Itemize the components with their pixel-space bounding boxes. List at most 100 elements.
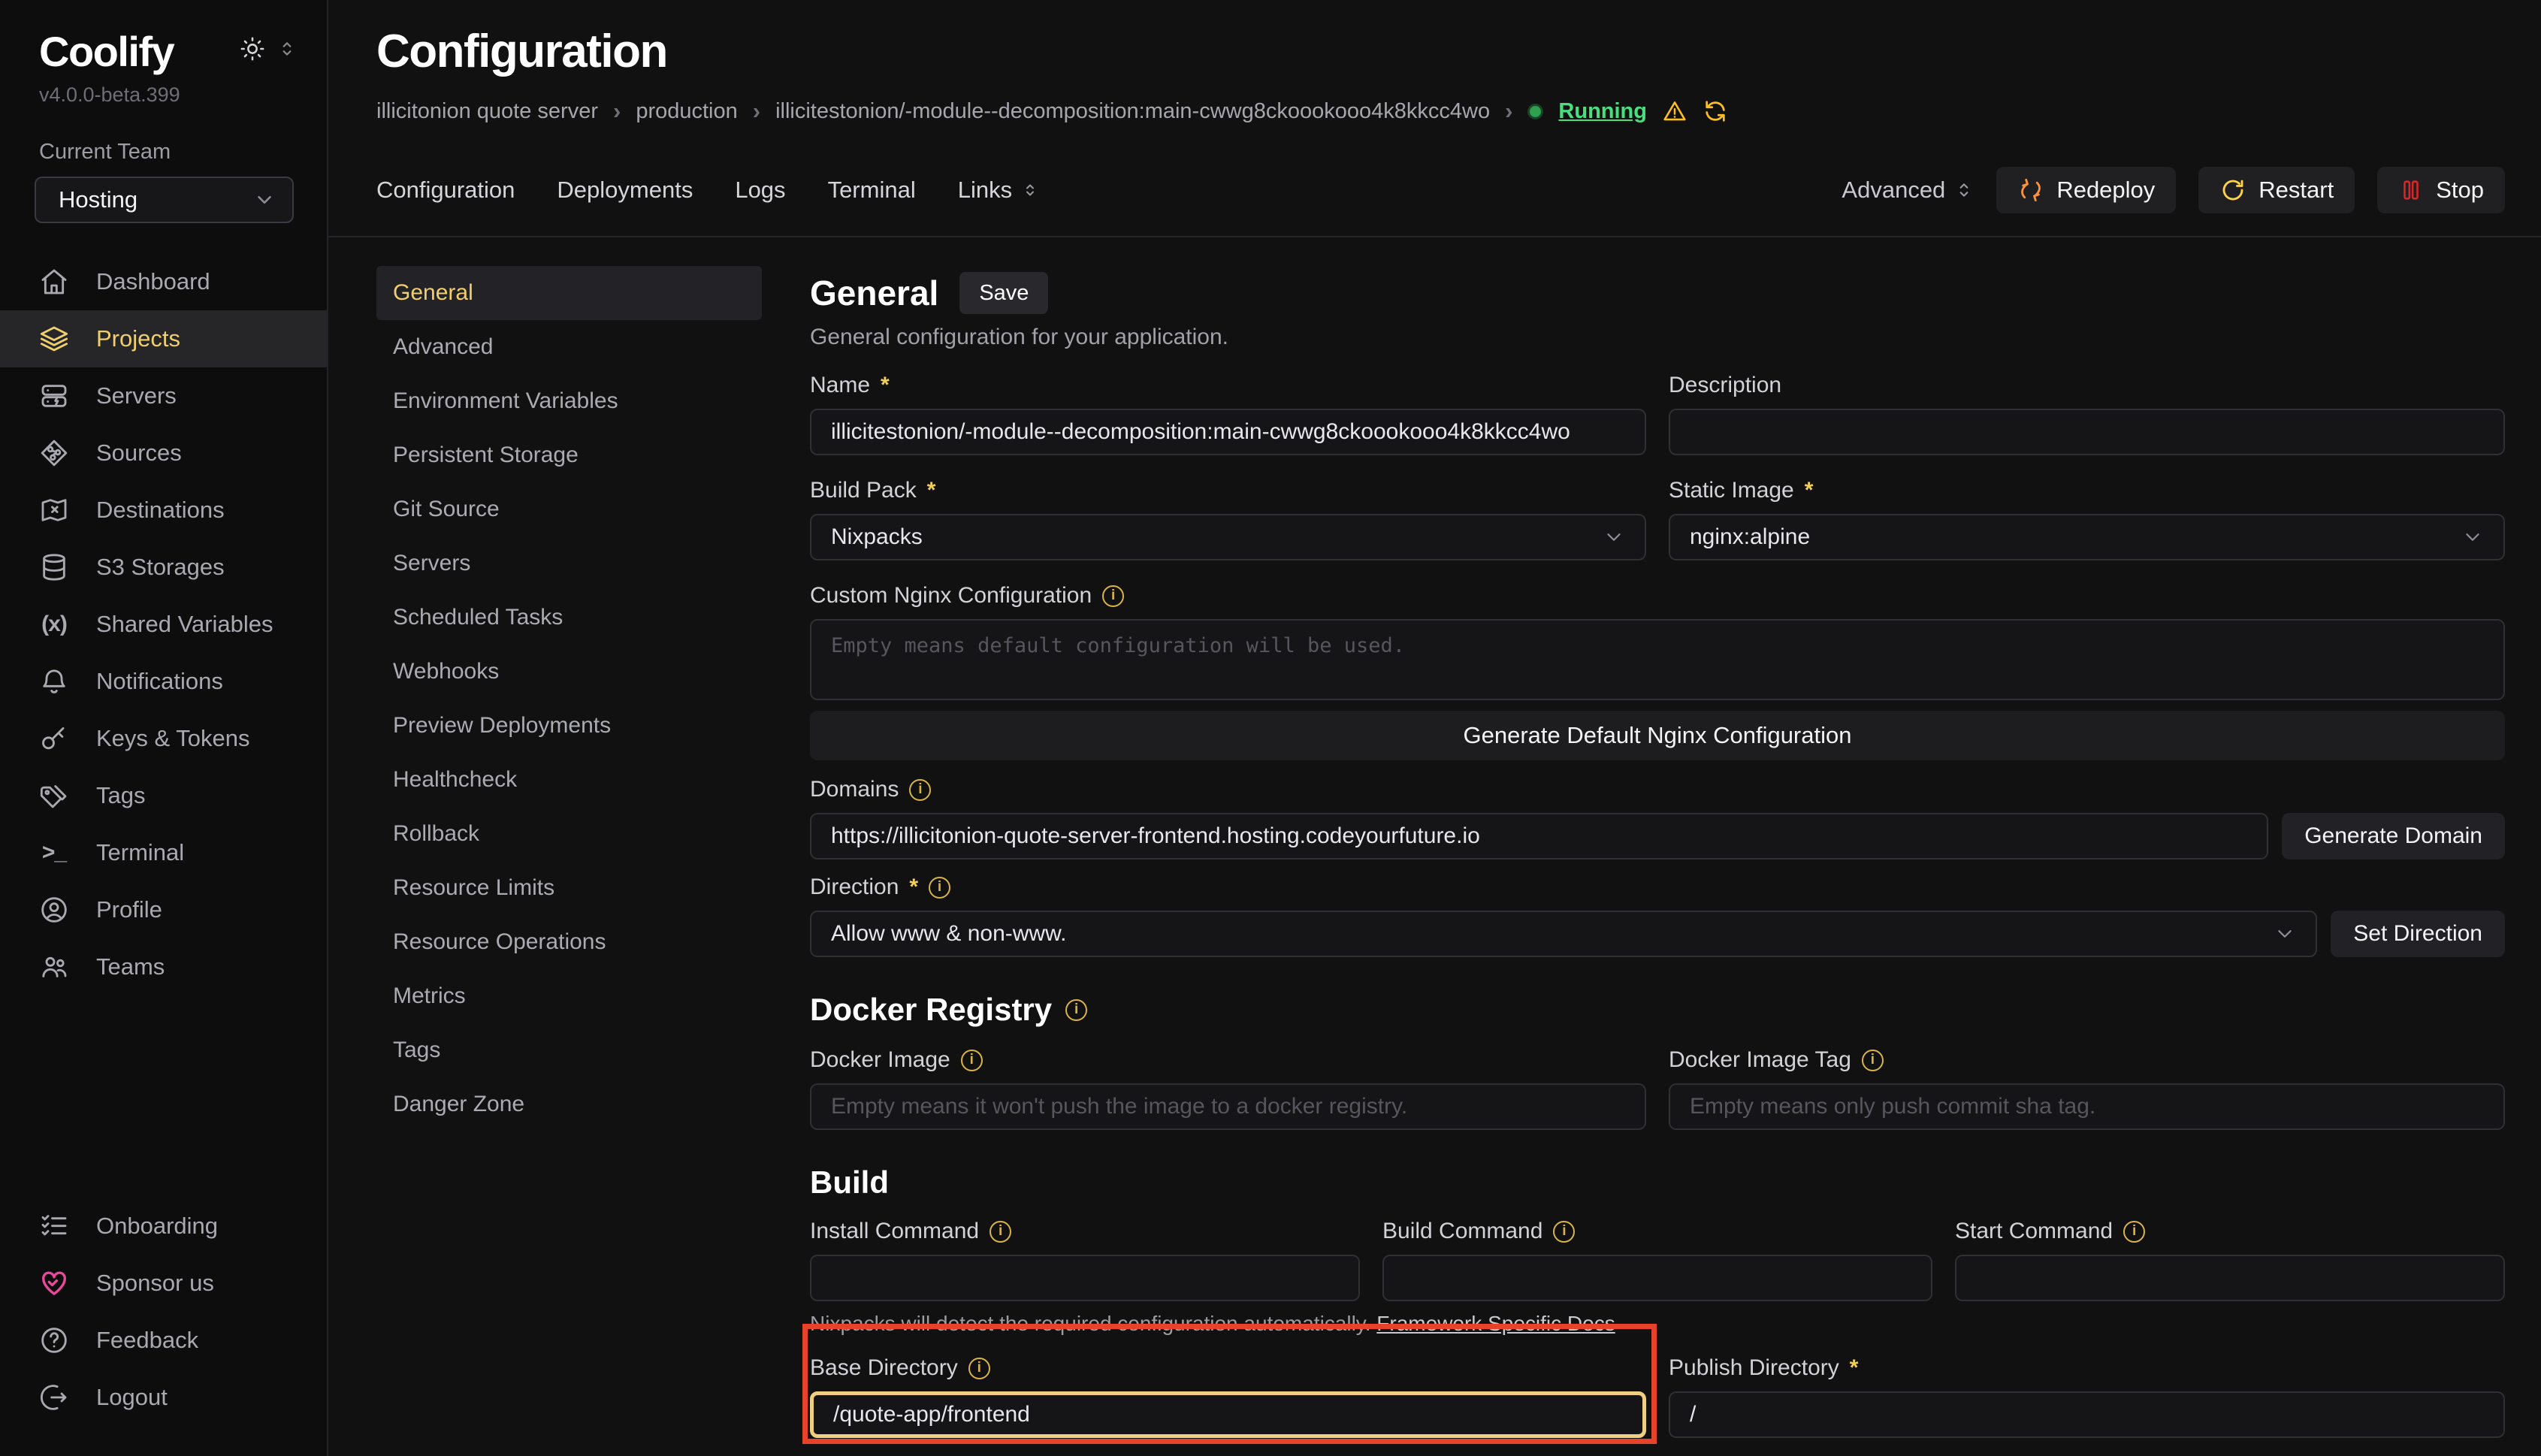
subnav-item-danger-zone[interactable]: Danger Zone (376, 1077, 762, 1131)
main: Configuration illicitonion quote server … (328, 0, 2541, 1456)
subnav-item-tags[interactable]: Tags (376, 1023, 762, 1077)
checklist-icon (38, 1210, 71, 1243)
sidebar-item-projects[interactable]: Projects (0, 310, 327, 367)
build-commands-row: Install Command Build Command (810, 1201, 2505, 1301)
restart-button[interactable]: Restart (2198, 167, 2355, 213)
subnav-item-servers[interactable]: Servers (376, 536, 762, 591)
tab-links[interactable]: Links (958, 177, 1039, 204)
subnav-item-advanced[interactable]: Advanced (376, 320, 762, 374)
warning-triangle-icon[interactable] (1662, 98, 1687, 124)
nginx-config-textarea[interactable] (810, 619, 2505, 700)
name-input[interactable] (810, 409, 1646, 455)
sidebar-item-profile[interactable]: Profile (0, 881, 327, 938)
sun-icon[interactable] (240, 36, 265, 62)
subnav-item-rollback[interactable]: Rollback (376, 807, 762, 861)
subnav-item-healthcheck[interactable]: Healthcheck (376, 753, 762, 807)
docker-image-tag-input[interactable] (1669, 1083, 2505, 1130)
generate-nginx-button[interactable]: Generate Default Nginx Configuration (810, 711, 2505, 760)
direction-row: Allow www & non-www. Set Direction (810, 911, 2505, 957)
sidebar-item-label: Terminal (96, 839, 184, 866)
set-direction-button[interactable]: Set Direction (2331, 911, 2505, 957)
team-select[interactable]: Hosting (35, 177, 294, 223)
sidebar-item-sources[interactable]: Sources (0, 424, 327, 482)
refresh-icon[interactable] (1703, 98, 1728, 124)
sidebar-item-notifications[interactable]: Notifications (0, 653, 327, 710)
subnav-item-git-source[interactable]: Git Source (376, 482, 762, 536)
tabs: Configuration Deployments Logs Terminal … (376, 177, 1039, 204)
sidebar-item-sponsor-us[interactable]: Sponsor us (0, 1255, 327, 1312)
subnav-item-resource-limits[interactable]: Resource Limits (376, 861, 762, 915)
description-input[interactable] (1669, 409, 2505, 455)
info-icon (968, 1358, 990, 1379)
status-running-link[interactable]: Running (1558, 99, 1647, 124)
direction-label: Direction * (810, 875, 2505, 900)
sidebar-item-logout[interactable]: Logout (0, 1369, 327, 1426)
breadcrumb-environment[interactable]: production (636, 99, 737, 124)
subnav-item-resource-operations[interactable]: Resource Operations (376, 915, 762, 969)
direction-select[interactable]: Allow www & non-www. (810, 911, 2317, 957)
install-command-field: Install Command (810, 1201, 1360, 1301)
sidebar-item-shared-variables[interactable]: (x) Shared Variables (0, 596, 327, 653)
publish-directory-input[interactable] (1669, 1391, 2505, 1438)
tab-deployments[interactable]: Deployments (557, 177, 693, 204)
build-heading: Build (810, 1164, 2505, 1201)
stop-button[interactable]: Stop (2377, 167, 2505, 213)
name-description-row: Name * Description (810, 350, 2505, 455)
subnav-item-preview-deployments[interactable]: Preview Deployments (376, 699, 762, 753)
current-team-label: Current Team (0, 140, 327, 165)
subnav-item-webhooks[interactable]: Webhooks (376, 645, 762, 699)
heart-icon (38, 1267, 71, 1300)
sidebar-item-s3-storages[interactable]: S3 Storages (0, 539, 327, 596)
sidebar-item-dashboard[interactable]: Dashboard (0, 253, 327, 310)
sidebar-item-label: Sponsor us (96, 1270, 214, 1297)
general-subtitle: General configuration for your applicati… (810, 325, 2505, 350)
chevron-down-icon (253, 189, 276, 211)
build-pack-select[interactable]: Nixpacks (810, 514, 1646, 560)
sidebar-item-servers[interactable]: Servers (0, 367, 327, 424)
start-command-input[interactable] (1955, 1255, 2505, 1301)
required-marker: * (1805, 478, 1814, 503)
breadcrumb-project[interactable]: illicitonion quote server (376, 99, 598, 124)
tab-label: Terminal (828, 177, 916, 204)
label-text: Description (1669, 373, 1781, 398)
subnav-item-metrics[interactable]: Metrics (376, 969, 762, 1023)
sidebar-item-keys-tokens[interactable]: Keys & Tokens (0, 710, 327, 767)
resource-actions: Advanced Redeploy Restart Stop (1842, 167, 2505, 213)
sidebar-item-feedback[interactable]: Feedback (0, 1312, 327, 1369)
label-text: Install Command (810, 1219, 979, 1244)
domains-label: Domains (810, 777, 2505, 802)
content: General Advanced Environment Variables P… (328, 237, 2541, 1456)
terminal-icon: >_ (38, 836, 71, 869)
sidebar-item-onboarding[interactable]: Onboarding (0, 1198, 327, 1255)
subnav-item-scheduled-tasks[interactable]: Scheduled Tasks (376, 591, 762, 645)
docker-image-input[interactable] (810, 1083, 1646, 1130)
redeploy-button[interactable]: Redeploy (1996, 167, 2176, 213)
save-button[interactable]: Save (959, 272, 1048, 314)
sidebar-item-destinations[interactable]: Destinations (0, 482, 327, 539)
install-command-input[interactable] (810, 1255, 1360, 1301)
static-image-select[interactable]: nginx:alpine (1669, 514, 2505, 560)
sidebar-item-label: Logout (96, 1384, 168, 1411)
build-command-input[interactable] (1382, 1255, 1932, 1301)
tab-logs[interactable]: Logs (735, 177, 785, 204)
subnav-item-persistent-storage[interactable]: Persistent Storage (376, 428, 762, 482)
sidebar-item-teams[interactable]: Teams (0, 938, 327, 995)
breadcrumb-resource[interactable]: illicitestonion/-module--decomposition:m… (775, 99, 1490, 124)
sidebar-item-tags[interactable]: Tags (0, 767, 327, 824)
subnav-item-environment-variables[interactable]: Environment Variables (376, 374, 762, 428)
sidebar-item-label: Projects (96, 325, 180, 352)
label-text: Static Image (1669, 478, 1794, 503)
framework-docs-link[interactable]: Framework Specific Docs (1376, 1312, 1615, 1335)
sidebar-item-terminal[interactable]: >_ Terminal (0, 824, 327, 881)
advanced-dropdown[interactable]: Advanced (1842, 177, 1974, 204)
tab-configuration[interactable]: Configuration (376, 177, 515, 204)
tab-terminal[interactable]: Terminal (828, 177, 916, 204)
subnav-item-general[interactable]: General (376, 266, 762, 320)
git-source-icon (38, 436, 71, 470)
generate-domain-button[interactable]: Generate Domain (2282, 813, 2505, 859)
base-directory-input[interactable] (810, 1391, 1646, 1438)
nixpacks-note: Nixpacks will detect the required config… (810, 1312, 2505, 1334)
tab-label: Links (958, 177, 1012, 204)
domains-input[interactable] (810, 813, 2268, 859)
theme-select-chevrons-icon[interactable] (277, 39, 297, 59)
